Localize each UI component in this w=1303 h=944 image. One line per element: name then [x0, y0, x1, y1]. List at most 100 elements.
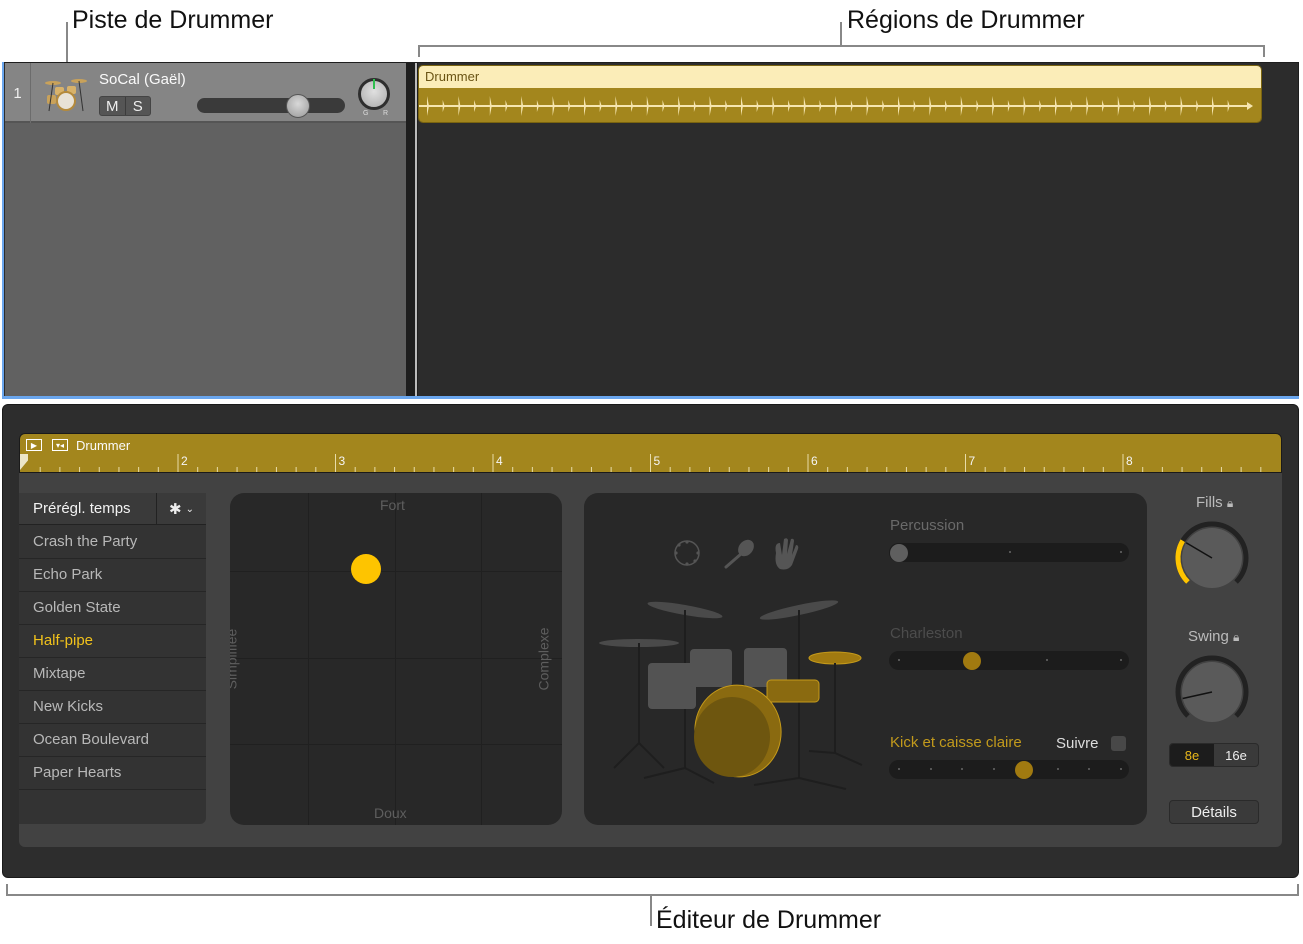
track-number: 1: [5, 63, 31, 123]
beat-presets-panel: Prérégl. temps ✱ ⌄ Crash the Party Echo P…: [19, 493, 206, 824]
slider-tick: [1056, 768, 1059, 770]
drum-kit-illustration: [599, 537, 863, 790]
waveform-hit: [913, 100, 916, 112]
chevron-down-icon: ⌄: [185, 503, 194, 515]
waveform-end-marker: [1247, 102, 1253, 110]
xy-label-simple: Simplifiée: [230, 628, 240, 690]
mute-solo-group: M S: [99, 96, 151, 116]
waveform-hit: [427, 96, 429, 116]
waveform-hit: [1212, 96, 1214, 116]
preset-item[interactable]: Paper Hearts: [19, 757, 206, 790]
hihat-slider[interactable]: [889, 651, 1129, 670]
percussion-slider[interactable]: [889, 543, 1129, 562]
waveform-hit: [992, 96, 995, 116]
waveform-hit: [898, 96, 900, 116]
xy-label-complex: Complexe: [535, 627, 552, 691]
xy-pad-puck[interactable]: [351, 554, 382, 585]
preset-item[interactable]: Mixtape: [19, 658, 206, 691]
solo-button[interactable]: S: [124, 97, 151, 115]
slider-tick: [898, 768, 900, 770]
floor-tom[interactable]: [648, 663, 696, 709]
waveform-hit: [458, 96, 461, 116]
callout-bracket-editor-right: [1297, 884, 1299, 896]
slider-thumb[interactable]: [962, 652, 981, 670]
kick-snare-slider[interactable]: [889, 760, 1129, 779]
waveform-hit: [1117, 96, 1120, 116]
rack-tom-1[interactable]: [690, 649, 732, 687]
preset-item[interactable]: Half-pipe: [19, 625, 206, 658]
region-title: Drummer: [419, 66, 1261, 88]
snare-drum[interactable]: [766, 679, 820, 703]
callout-bracket-editor: [6, 894, 1299, 896]
waveform-hit: [882, 100, 885, 112]
swing-knob[interactable]: [1172, 652, 1252, 732]
preset-item[interactable]: New Kicks: [19, 691, 206, 724]
region-waveform: [419, 88, 1261, 122]
fills-knob[interactable]: [1172, 518, 1252, 598]
waveform-hit: [866, 96, 869, 116]
shaker-icon[interactable]: [724, 537, 757, 569]
pan-knob[interactable]: [358, 78, 390, 110]
slider-thumb[interactable]: [1015, 761, 1034, 779]
resolution-8th-button[interactable]: 8e: [1170, 744, 1214, 766]
waveform-hit: [850, 100, 853, 112]
editor-ruler[interactable]: ▶ ▾◂ Drummer 2345678: [19, 433, 1282, 473]
grid-line: [308, 493, 309, 825]
waveform-hit: [788, 100, 791, 112]
slider-tick: [1120, 659, 1122, 661]
hihat[interactable]: [808, 651, 862, 753]
drummer-region[interactable]: Drummer: [418, 65, 1262, 123]
tambourine-icon[interactable]: [674, 540, 700, 566]
callout-line-editor: [650, 896, 652, 926]
slider-tick: [929, 768, 932, 770]
preset-action-button[interactable]: ✱ ⌄: [156, 493, 206, 525]
waveform-hit: [741, 96, 743, 116]
callout-bracket-regions-right: [1263, 45, 1265, 57]
waveform-hit: [1023, 96, 1026, 116]
grid-line: [395, 493, 396, 825]
pan-left-label: G: [363, 110, 369, 117]
callout-bracket-editor-left: [6, 884, 8, 896]
preset-list: Crash the Party Echo Park Golden State Half…: [19, 526, 206, 790]
tracks-area: 1 SoCal (Gaël) M S G R Drummer: [2, 62, 1299, 398]
waveform-hit: [960, 96, 963, 116]
waveform-hit: [568, 100, 571, 112]
preset-item[interactable]: Golden State: [19, 592, 206, 625]
callout-bracket-regions-left: [418, 45, 420, 57]
slider-tick: [1120, 551, 1122, 553]
waveform-hit: [552, 96, 555, 116]
ruler-bar-number: 4: [496, 454, 503, 468]
details-button[interactable]: Détails: [1169, 800, 1259, 824]
waveform-hit: [945, 100, 948, 112]
header-divider[interactable]: [406, 63, 418, 397]
follow-checkbox[interactable]: [1111, 736, 1126, 751]
drummer-track-header[interactable]: 1 SoCal (Gaël) M S G R: [5, 63, 406, 123]
waveform-hit: [615, 96, 618, 116]
waveform-hit: [1164, 100, 1167, 112]
drum-kit-panel: Percussion Charleston Kick et caisse cla…: [584, 493, 1147, 825]
slider-thumb[interactable]: [890, 544, 908, 562]
waveform-hit: [1007, 100, 1010, 112]
preset-item[interactable]: Ocean Boulevard: [19, 724, 206, 757]
xy-pad[interactable]: Fort Doux Simplifiée Complexe: [230, 493, 562, 825]
ruler-bar-number: 5: [653, 454, 661, 468]
preset-header: Prérégl. temps ✱ ⌄: [19, 493, 206, 525]
lock-icon[interactable]: 🔒︎: [1227, 496, 1233, 510]
preset-item[interactable]: Crash the Party: [19, 526, 206, 559]
waveform-hit: [505, 100, 508, 112]
percussion-label: Percussion: [890, 517, 965, 534]
waveform-hit: [1055, 96, 1057, 116]
lock-icon[interactable]: 🔒︎: [1233, 630, 1239, 644]
volume-slider-thumb[interactable]: [286, 94, 311, 118]
mute-button[interactable]: M: [100, 97, 125, 115]
handclap-icon[interactable]: [775, 538, 799, 570]
callout-drummer-editor: Éditeur de Drummer: [656, 906, 882, 934]
fills-label: Fills 🔒︎: [1196, 494, 1233, 511]
waveform-hit: [631, 100, 634, 112]
volume-slider[interactable]: [197, 94, 345, 118]
selection-accent-bottom: [2, 396, 1299, 399]
waveform-hit: [584, 96, 586, 116]
resolution-16th-button[interactable]: 16e: [1214, 744, 1258, 766]
callout-drummer-regions: Régions de Drummer: [847, 6, 1085, 34]
preset-item[interactable]: Echo Park: [19, 559, 206, 592]
